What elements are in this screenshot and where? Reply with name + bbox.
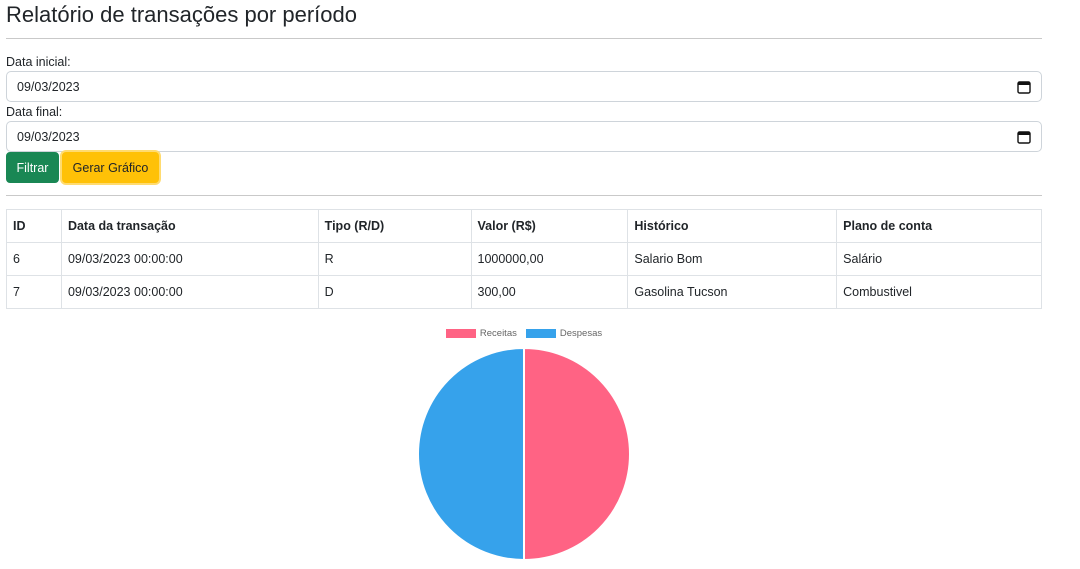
legend-item-receitas[interactable]: Receitas — [445, 328, 517, 339]
header-value: Valor (R$) — [470, 209, 629, 243]
header-type: Tipo (R/D) — [317, 209, 472, 243]
cell-history: Gasolina Tucson — [627, 275, 838, 309]
start-date-label: Data inicial: — [6, 55, 71, 69]
pie-slice-despesas[interactable] — [417, 346, 525, 562]
divider-middle — [6, 195, 1042, 196]
header-date: Data da transação — [60, 209, 319, 243]
header-id: ID — [6, 209, 62, 243]
calendar-icon[interactable] — [1017, 80, 1031, 94]
cell-type: D — [317, 275, 472, 309]
legend-label-receitas: Receitas — [479, 328, 517, 339]
divider-top — [6, 38, 1042, 39]
table-header-row: ID Data da transação Tipo (R/D) Valor (R… — [6, 209, 1042, 243]
legend-swatch-despesas — [525, 329, 556, 338]
cell-value: 1000000,00 — [470, 242, 629, 276]
header-account-plan: Plano de conta — [836, 209, 1042, 243]
cell-value: 300,00 — [470, 275, 629, 309]
cell-account-plan: Salário — [836, 242, 1042, 276]
pie-chart — [417, 346, 631, 562]
start-date-value: 09/03/2023 — [17, 79, 80, 94]
report-page: Relatório de transações por período Data… — [0, 0, 1080, 569]
end-date-input[interactable]: 09/03/2023 — [6, 121, 1042, 152]
chart-legend: Receitas Despesas — [0, 328, 1048, 339]
end-date-label: Data final: — [6, 105, 63, 119]
table-row: 7 09/03/2023 00:00:00 D 300,00 Gasolina … — [6, 275, 1042, 309]
legend-label-despesas: Despesas — [559, 328, 603, 339]
cell-account-plan: Combustivel — [836, 275, 1042, 309]
legend-swatch-receitas — [445, 329, 476, 338]
cell-id: 6 — [6, 242, 62, 276]
cell-date: 09/03/2023 00:00:00 — [60, 275, 319, 309]
filter-button[interactable]: Filtrar — [6, 152, 59, 183]
start-date-input[interactable]: 09/03/2023 — [6, 71, 1042, 102]
cell-history: Salario Bom — [627, 242, 838, 276]
page-title: Relatório de transações por período — [6, 2, 357, 27]
cell-date: 09/03/2023 00:00:00 — [60, 242, 319, 276]
cell-id: 7 — [6, 275, 62, 309]
cell-type: R — [317, 242, 472, 276]
legend-item-despesas[interactable]: Despesas — [525, 328, 603, 339]
transactions-table: ID Data da transação Tipo (R/D) Valor (R… — [6, 209, 1042, 309]
end-date-value: 09/03/2023 — [17, 129, 80, 144]
pie-slice-receitas[interactable] — [523, 346, 631, 562]
calendar-icon[interactable] — [1017, 130, 1031, 144]
header-history: Histórico — [627, 209, 838, 243]
generate-chart-button[interactable]: Gerar Gráfico — [62, 152, 159, 183]
table-row: 6 09/03/2023 00:00:00 R 1000000,00 Salar… — [6, 242, 1042, 276]
